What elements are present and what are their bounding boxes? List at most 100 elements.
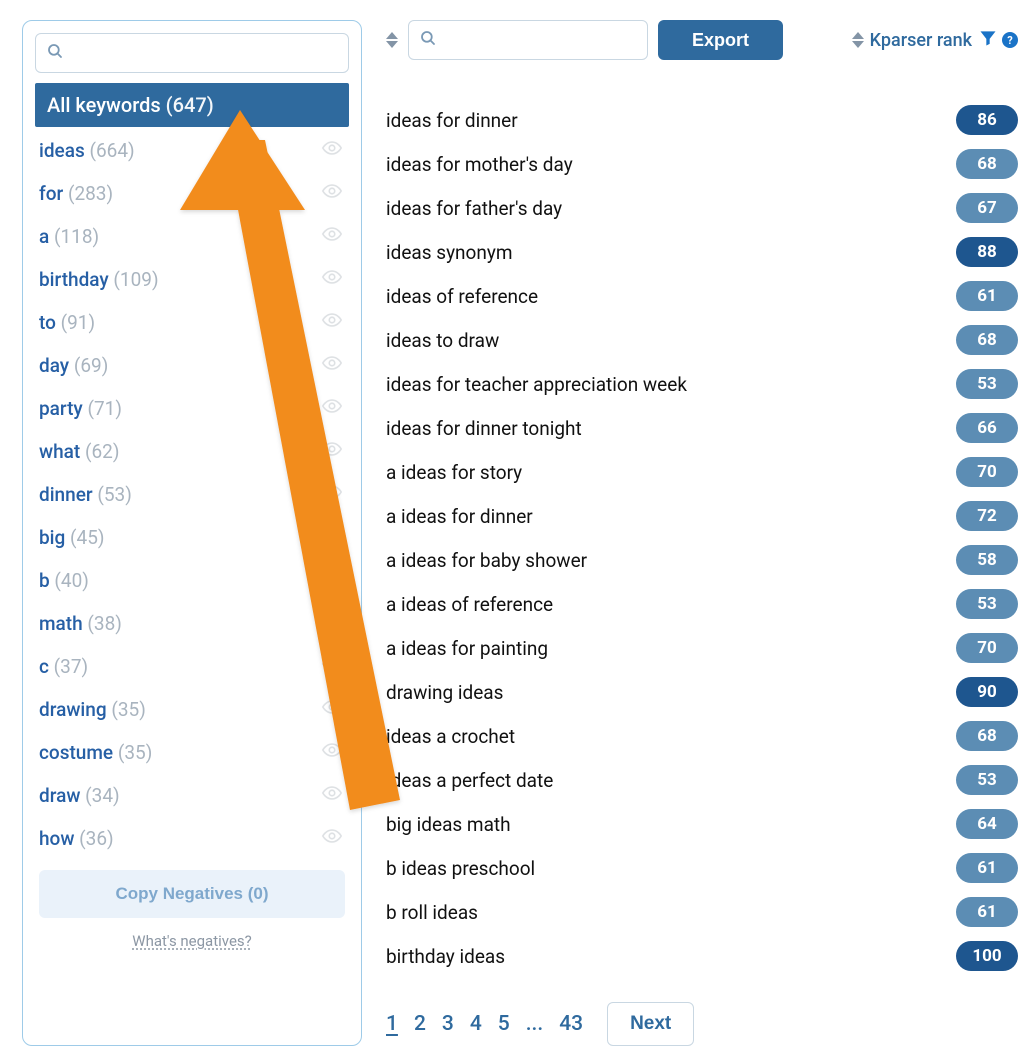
eye-icon[interactable] [321, 438, 343, 465]
pagination: 12345... 43 Next [386, 1002, 1018, 1046]
result-row[interactable]: ideas of reference61 [386, 274, 1018, 318]
keyword-row[interactable]: for (283) [35, 172, 349, 215]
result-score: 72 [956, 501, 1018, 531]
result-row[interactable]: ideas a crochet68 [386, 714, 1018, 758]
export-button[interactable]: Export [658, 20, 783, 60]
keyword-row[interactable]: a (118) [35, 215, 349, 258]
keyword-row[interactable]: math (38) [35, 602, 349, 645]
eye-icon[interactable] [321, 782, 343, 809]
sidebar-search-input[interactable] [72, 43, 338, 63]
keyword-list: ideas (664)for (283)a (118)birthday (109… [35, 129, 349, 860]
keyword-row[interactable]: dinner (53) [35, 473, 349, 516]
keyword-count: (40) [54, 569, 88, 592]
rank-header[interactable]: Kparser rank ? [852, 28, 1018, 53]
keyword-text: big (45) [39, 526, 105, 549]
keyword-row[interactable]: big (45) [35, 516, 349, 559]
eye-icon[interactable] [321, 653, 343, 680]
keyword-row[interactable]: what (62) [35, 430, 349, 473]
eye-icon[interactable] [321, 739, 343, 766]
keyword-count: (35) [111, 698, 145, 721]
keyword-row[interactable]: day (69) [35, 344, 349, 387]
result-row[interactable]: big ideas math64 [386, 802, 1018, 846]
main-search-input[interactable] [445, 30, 656, 50]
keyword-row[interactable]: how (36) [35, 817, 349, 860]
sidebar: All keywords (647) ideas (664)for (283)a… [22, 20, 362, 1046]
help-icon[interactable]: ? [1002, 32, 1018, 48]
result-score: 66 [956, 413, 1018, 443]
result-row[interactable]: b roll ideas61 [386, 890, 1018, 934]
result-score: 61 [956, 853, 1018, 883]
eye-icon[interactable] [321, 137, 343, 164]
keyword-text: dinner (53) [39, 483, 132, 506]
keyword-row[interactable]: to (91) [35, 301, 349, 344]
keyword-row[interactable]: ideas (664) [35, 129, 349, 172]
result-row[interactable]: ideas for mother's day68 [386, 142, 1018, 186]
result-score: 53 [956, 589, 1018, 619]
page-number[interactable]: 5 [498, 1012, 510, 1036]
sort-icon[interactable] [852, 32, 864, 48]
main-search[interactable] [408, 20, 648, 60]
result-row[interactable]: a ideas for painting70 [386, 626, 1018, 670]
result-row[interactable]: a ideas for dinner72 [386, 494, 1018, 538]
keyword-word: drawing [39, 698, 107, 721]
keyword-row[interactable]: costume (35) [35, 731, 349, 774]
result-row[interactable]: drawing ideas90 [386, 670, 1018, 714]
page-number[interactable]: 4 [470, 1012, 482, 1036]
keyword-count: (45) [70, 526, 104, 549]
page-number[interactable]: 1 [386, 1012, 398, 1036]
result-row[interactable]: b ideas preschool61 [386, 846, 1018, 890]
keyword-row[interactable]: birthday (109) [35, 258, 349, 301]
page-number[interactable]: 3 [442, 1012, 454, 1036]
filter-icon[interactable] [978, 28, 998, 53]
result-row[interactable]: a ideas for baby shower58 [386, 538, 1018, 582]
keyword-row[interactable]: drawing (35) [35, 688, 349, 731]
next-button[interactable]: Next [607, 1002, 694, 1046]
result-row[interactable]: a ideas of reference53 [386, 582, 1018, 626]
keyword-text: math (38) [39, 612, 122, 635]
keyword-row[interactable]: party (71) [35, 387, 349, 430]
eye-icon[interactable] [321, 524, 343, 551]
result-row[interactable]: ideas to draw68 [386, 318, 1018, 362]
keyword-row[interactable]: c (37) [35, 645, 349, 688]
eye-icon[interactable] [321, 180, 343, 207]
eye-icon[interactable] [321, 309, 343, 336]
result-row[interactable]: ideas for dinner86 [386, 98, 1018, 142]
toolbar: Export Kparser rank ? [386, 20, 1018, 60]
whats-negatives-link[interactable]: What's negatives? [35, 932, 349, 950]
keyword-word: ideas [39, 139, 85, 162]
result-row[interactable]: ideas a perfect date53 [386, 758, 1018, 802]
sidebar-search[interactable] [35, 33, 349, 73]
page-number: ... [526, 1012, 544, 1036]
eye-icon[interactable] [321, 481, 343, 508]
result-score: 58 [956, 545, 1018, 575]
keyword-count: (37) [54, 655, 88, 678]
eye-icon[interactable] [321, 825, 343, 852]
keyword-word: to [39, 311, 56, 334]
result-phrase: ideas a perfect date [386, 769, 553, 792]
results-list: ideas for dinner86ideas for mother's day… [386, 98, 1018, 978]
sort-icon[interactable] [386, 32, 398, 48]
result-row[interactable]: birthday ideas100 [386, 934, 1018, 978]
result-row[interactable]: ideas for father's day67 [386, 186, 1018, 230]
result-row[interactable]: ideas synonym88 [386, 230, 1018, 274]
eye-icon[interactable] [321, 610, 343, 637]
eye-icon[interactable] [321, 266, 343, 293]
result-phrase: ideas for mother's day [386, 153, 573, 176]
page-number[interactable]: 2 [414, 1012, 426, 1036]
eye-icon[interactable] [321, 395, 343, 422]
keyword-row[interactable]: draw (34) [35, 774, 349, 817]
result-row[interactable]: a ideas for story70 [386, 450, 1018, 494]
result-row[interactable]: ideas for teacher appreciation week53 [386, 362, 1018, 406]
keyword-word: draw [39, 784, 80, 807]
result-row[interactable]: ideas for dinner tonight66 [386, 406, 1018, 450]
eye-icon[interactable] [321, 223, 343, 250]
keyword-text: b (40) [39, 569, 89, 592]
all-keywords-row[interactable]: All keywords (647) [35, 83, 349, 127]
keyword-text: draw (34) [39, 784, 120, 807]
eye-icon[interactable] [321, 352, 343, 379]
eye-icon[interactable] [321, 567, 343, 594]
eye-icon[interactable] [321, 696, 343, 723]
page-number[interactable]: 43 [559, 1012, 583, 1036]
keyword-row[interactable]: b (40) [35, 559, 349, 602]
copy-negatives-button[interactable]: Copy Negatives (0) [39, 870, 345, 918]
